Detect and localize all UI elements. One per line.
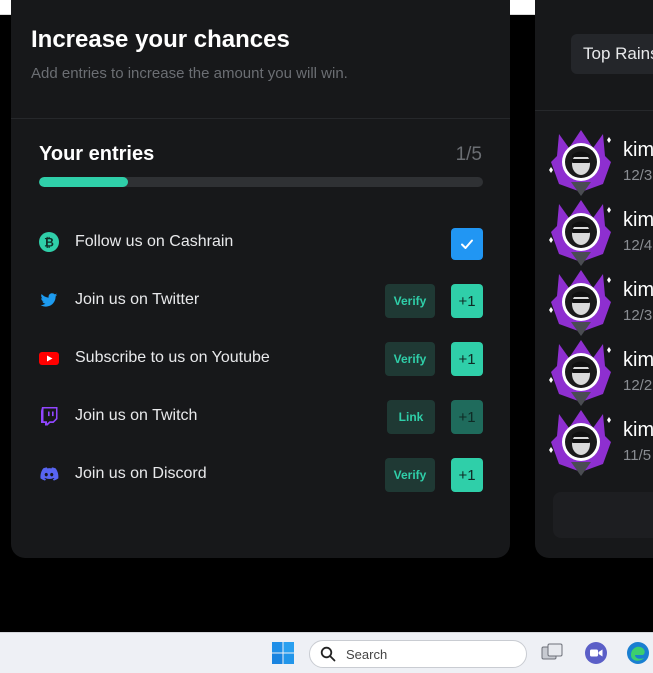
verify-button[interactable]: Verify bbox=[385, 342, 435, 376]
search-label: Search bbox=[346, 647, 388, 662]
card-title: Increase your chances bbox=[31, 26, 290, 53]
cashrain-icon: ₿ bbox=[39, 232, 59, 252]
winner-row[interactable]: kim 12/2 bbox=[545, 336, 653, 406]
winner-row[interactable]: kim 11/5 bbox=[545, 406, 653, 476]
entry-label: Join us on Twitch bbox=[75, 407, 198, 424]
entries-progress-fill bbox=[39, 177, 128, 187]
entry-row-twitter: Join us on Twitter Verify +1 bbox=[39, 284, 483, 318]
entry-row-twitch: Join us on Twitch Link +1 bbox=[39, 400, 483, 434]
discord-icon bbox=[39, 464, 59, 484]
winner-row[interactable]: kim 12/3 bbox=[545, 126, 653, 196]
winner-name: kim bbox=[623, 419, 653, 441]
winner-date: 12/4 bbox=[623, 237, 653, 254]
youtube-icon bbox=[39, 348, 59, 368]
entries-count: 1/5 bbox=[455, 144, 482, 165]
winner-date: 12/3 bbox=[623, 167, 653, 184]
entry-row-cashrain: ₿ Follow us on Cashrain bbox=[39, 226, 483, 260]
divider bbox=[535, 110, 653, 111]
winner-name: kim bbox=[623, 209, 653, 231]
search-icon bbox=[320, 646, 336, 667]
task-view-icon[interactable] bbox=[540, 641, 564, 665]
windows-start-icon[interactable] bbox=[271, 641, 295, 665]
panel-footer bbox=[553, 492, 653, 538]
winner-row[interactable]: kim 12/3 bbox=[545, 266, 653, 336]
reward-button[interactable]: +1 bbox=[451, 342, 483, 376]
winner-name: kim bbox=[623, 139, 653, 161]
divider bbox=[11, 118, 510, 119]
twitter-icon bbox=[39, 290, 59, 310]
top-rains-tab[interactable]: Top Rains bbox=[571, 34, 653, 74]
rank-badge-icon bbox=[545, 336, 617, 408]
entry-row-discord: Join us on Discord Verify +1 bbox=[39, 458, 483, 492]
twitch-icon bbox=[39, 406, 59, 426]
checkmark-icon bbox=[461, 239, 473, 249]
meet-icon[interactable] bbox=[584, 641, 608, 665]
top-rains-panel: Top Rains kim 12/3 kim 12/4 kim 12/3 kim 12/2 ki… bbox=[535, 0, 653, 558]
svg-text:₿: ₿ bbox=[44, 236, 54, 250]
rank-badge-icon bbox=[545, 406, 617, 478]
verify-button[interactable]: Verify bbox=[385, 458, 435, 492]
winner-date: 11/5 bbox=[623, 447, 652, 464]
winner-date: 12/3 bbox=[623, 307, 653, 324]
rank-badge-icon bbox=[545, 126, 617, 198]
entry-label: Join us on Twitter bbox=[75, 291, 200, 308]
card-subtitle: Add entries to increase the amount you w… bbox=[31, 65, 348, 82]
verify-button[interactable]: Verify bbox=[385, 284, 435, 318]
windows-taskbar: Search bbox=[0, 632, 653, 673]
winner-name: kim bbox=[623, 279, 653, 301]
entry-label: Follow us on Cashrain bbox=[75, 233, 234, 250]
entries-title: Your entries bbox=[39, 143, 155, 165]
rank-badge-icon bbox=[545, 266, 617, 338]
taskbar-search[interactable]: Search bbox=[309, 640, 527, 668]
winner-row[interactable]: kim 12/4 bbox=[545, 196, 653, 266]
rank-badge-icon bbox=[545, 196, 617, 268]
completed-checkbox[interactable] bbox=[451, 228, 483, 260]
entry-label: Join us on Discord bbox=[75, 465, 207, 482]
winner-date: 12/2 bbox=[623, 377, 653, 394]
edge-icon[interactable] bbox=[626, 641, 650, 665]
entry-row-youtube: Subscribe to us on Youtube Verify +1 bbox=[39, 342, 483, 376]
reward-button[interactable]: +1 bbox=[451, 284, 483, 318]
entries-progress-bar bbox=[39, 177, 483, 187]
winner-name: kim bbox=[623, 349, 653, 371]
entry-label: Subscribe to us on Youtube bbox=[75, 349, 270, 366]
link-button[interactable]: Link bbox=[387, 400, 435, 434]
reward-button[interactable]: +1 bbox=[451, 400, 483, 434]
increase-chances-card: Increase your chances Add entries to inc… bbox=[11, 0, 510, 558]
reward-button[interactable]: +1 bbox=[451, 458, 483, 492]
